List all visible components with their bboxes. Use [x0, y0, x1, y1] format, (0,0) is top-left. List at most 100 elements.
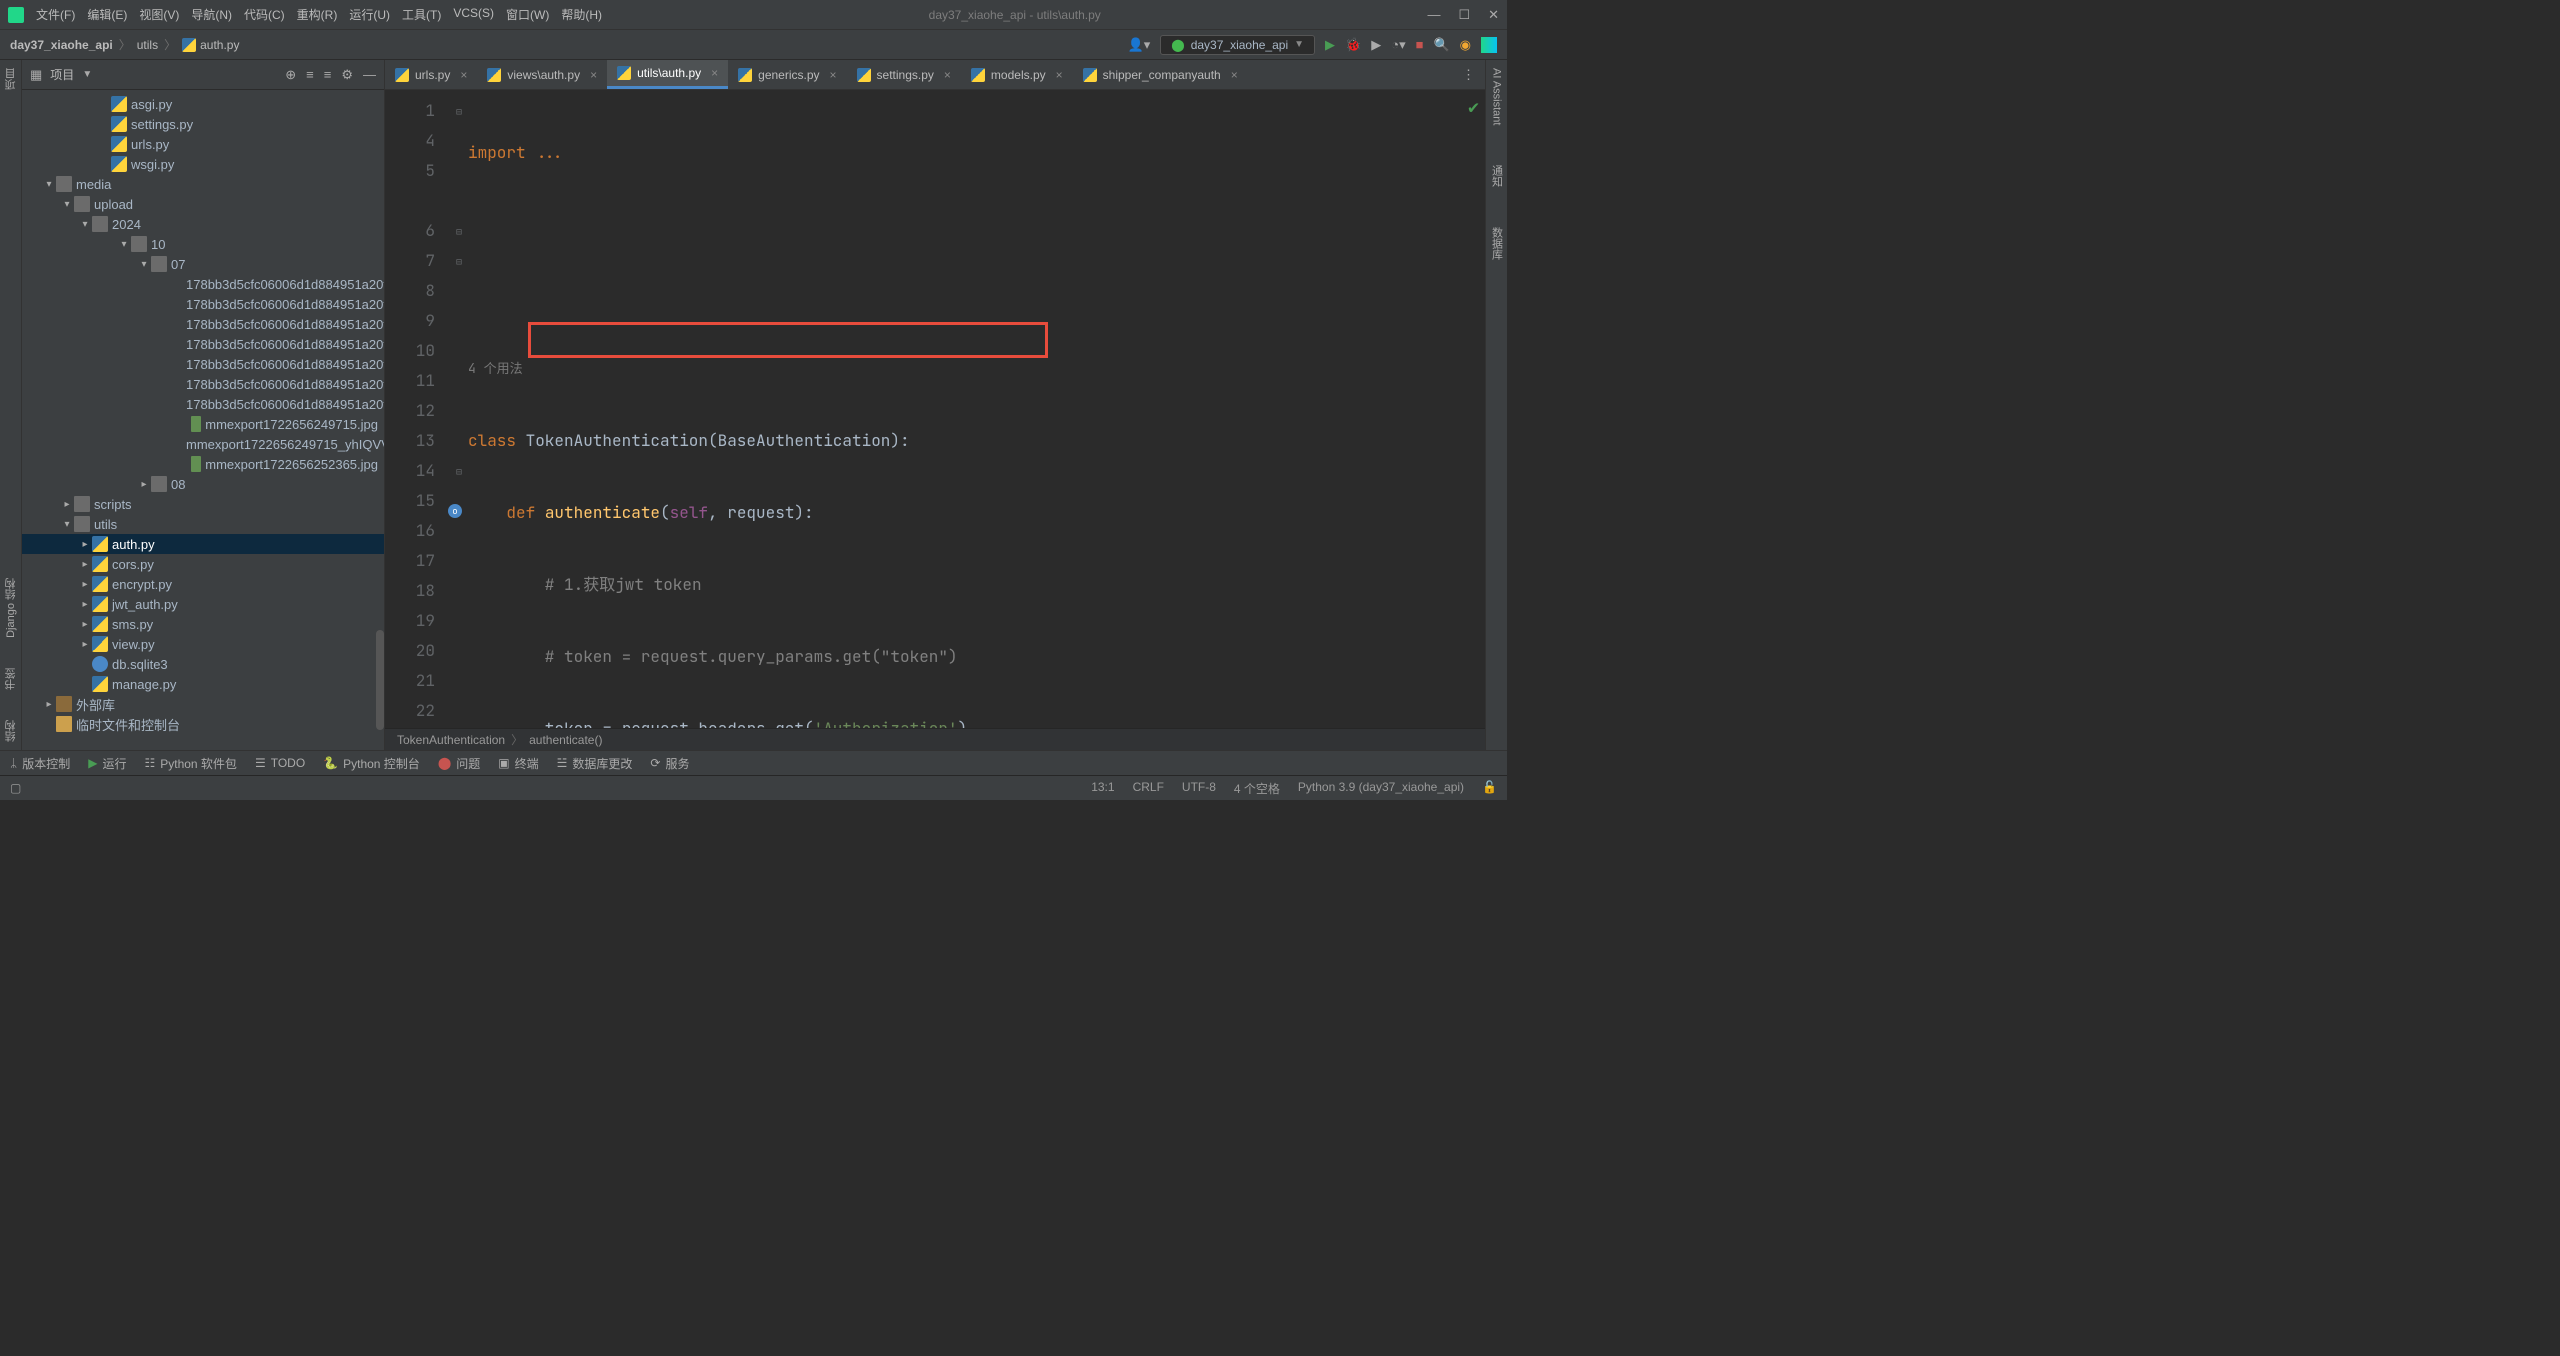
- minimize-icon[interactable]: —: [1427, 7, 1440, 23]
- tree-item[interactable]: urls.py: [22, 134, 384, 154]
- settings-icon[interactable]: ⚙: [341, 67, 353, 83]
- collapse-all-icon[interactable]: ≡: [324, 67, 332, 83]
- tree-item[interactable]: ▸08: [22, 474, 384, 494]
- tree-item[interactable]: ▸view.py: [22, 634, 384, 654]
- interpreter[interactable]: Python 3.9 (day37_xiaohe_api): [1298, 780, 1464, 797]
- search-icon[interactable]: 🔍: [1433, 37, 1449, 53]
- tool-db-changes[interactable]: ☱数据库更改: [557, 755, 633, 772]
- tool-vcs[interactable]: ᛦ版本控制: [10, 755, 70, 772]
- breadcrumb-class[interactable]: TokenAuthentication: [397, 733, 505, 747]
- usage-hint[interactable]: 4 个用法: [468, 354, 1485, 384]
- ai-assistant-icon[interactable]: ◉: [1460, 37, 1471, 53]
- strip-structure[interactable]: 结构: [3, 720, 19, 742]
- override-icon[interactable]: o: [448, 504, 462, 518]
- tree-item[interactable]: ▸外部库: [22, 694, 384, 714]
- tree-item[interactable]: 178bb3d5cfc06006d1d884951a20f: [22, 274, 384, 294]
- tool-problems[interactable]: ⬤问题: [438, 755, 480, 772]
- tree-item[interactable]: 178bb3d5cfc06006d1d884951a20f: [22, 314, 384, 334]
- menu-navigate[interactable]: 导航(N): [191, 6, 232, 23]
- code-content[interactable]: import ... 4 个用法 class TokenAuthenticati…: [468, 90, 1485, 728]
- tool-run[interactable]: ▶运行: [88, 755, 126, 772]
- project-view-icon[interactable]: ▦: [30, 67, 42, 83]
- tree-item[interactable]: 178bb3d5cfc06006d1d884951a20f: [22, 334, 384, 354]
- tree-item[interactable]: 临时文件和控制台: [22, 714, 384, 734]
- codewithme-icon[interactable]: [1481, 37, 1497, 53]
- tree-item[interactable]: ▸cors.py: [22, 554, 384, 574]
- menu-refactor[interactable]: 重构(R): [297, 6, 338, 23]
- tree-item[interactable]: 178bb3d5cfc06006d1d884951a20f: [22, 294, 384, 314]
- more-tabs-icon[interactable]: ⋮: [1452, 67, 1485, 83]
- editor-tab[interactable]: shipper_companyauth×: [1073, 60, 1248, 89]
- tree-item[interactable]: mmexport1722656249715_yhIQVV: [22, 434, 384, 454]
- tool-python-packages[interactable]: ☷Python 软件包: [144, 755, 236, 772]
- strip-ai[interactable]: AI Assistant: [1491, 68, 1503, 125]
- tree-item[interactable]: ▾2024: [22, 214, 384, 234]
- menu-tools[interactable]: 工具(T): [402, 6, 441, 23]
- editor-tab[interactable]: models.py×: [961, 60, 1073, 89]
- locate-icon[interactable]: ⊕: [285, 67, 296, 83]
- menu-window[interactable]: 窗口(W): [506, 6, 549, 23]
- tool-todo[interactable]: ☰TODO: [255, 756, 305, 770]
- editor-tab[interactable]: views\auth.py×: [477, 60, 607, 89]
- editor-tab[interactable]: urls.py×: [385, 60, 477, 89]
- breadcrumb-file[interactable]: auth.py: [182, 38, 239, 52]
- tree-item[interactable]: ▾07: [22, 254, 384, 274]
- line-separator[interactable]: CRLF: [1133, 780, 1164, 797]
- chevron-down-icon[interactable]: ▼: [82, 69, 92, 80]
- tree-item[interactable]: ▾upload: [22, 194, 384, 214]
- close-tab-icon[interactable]: ×: [1056, 68, 1063, 82]
- strip-bookmarks[interactable]: 书签: [3, 668, 19, 690]
- project-tree[interactable]: asgi.pysettings.pyurls.pywsgi.py▾media▾u…: [22, 90, 384, 750]
- tree-item[interactable]: 178bb3d5cfc06006d1d884951a20f: [22, 374, 384, 394]
- toggle-toolwindow-icon[interactable]: ▢: [10, 781, 21, 795]
- strip-project[interactable]: 项目: [3, 68, 19, 90]
- tree-item[interactable]: 178bb3d5cfc06006d1d884951a20f: [22, 354, 384, 374]
- tree-item[interactable]: wsgi.py: [22, 154, 384, 174]
- tree-item[interactable]: db.sqlite3: [22, 654, 384, 674]
- tree-item[interactable]: ▸auth.py: [22, 534, 384, 554]
- close-tab-icon[interactable]: ×: [944, 68, 951, 82]
- tool-python-console[interactable]: 🐍Python 控制台: [323, 755, 420, 772]
- editor-tab[interactable]: settings.py×: [847, 60, 961, 89]
- breadcrumb-folder[interactable]: utils: [137, 38, 158, 52]
- strip-django[interactable]: Django 结构: [3, 578, 19, 638]
- menu-file[interactable]: 文件(F): [36, 6, 75, 23]
- tree-item[interactable]: settings.py: [22, 114, 384, 134]
- tree-item[interactable]: mmexport1722656252365.jpg: [22, 454, 384, 474]
- menu-vcs[interactable]: VCS(S): [453, 6, 494, 23]
- user-icon[interactable]: 👤▾: [1128, 37, 1151, 53]
- close-icon[interactable]: ✕: [1488, 7, 1499, 23]
- code-editor[interactable]: ✔ 14567891011121314151617181920212223 ⊟⊟…: [385, 90, 1485, 728]
- sidebar-title[interactable]: 项目: [50, 66, 74, 83]
- strip-database[interactable]: 数据库: [1489, 227, 1505, 260]
- cursor-position[interactable]: 13:1: [1091, 780, 1114, 797]
- editor-tab[interactable]: generics.py×: [728, 60, 846, 89]
- tree-item[interactable]: manage.py: [22, 674, 384, 694]
- indent[interactable]: 4 个空格: [1234, 780, 1280, 797]
- menu-code[interactable]: 代码(C): [244, 6, 285, 23]
- menu-edit[interactable]: 编辑(E): [87, 6, 127, 23]
- breadcrumb-method[interactable]: authenticate(): [529, 733, 602, 747]
- scrollbar-thumb[interactable]: [376, 630, 384, 730]
- close-tab-icon[interactable]: ×: [460, 68, 467, 82]
- tool-terminal[interactable]: ▣终端: [498, 755, 538, 772]
- editor-tab[interactable]: utils\auth.py×: [607, 60, 728, 89]
- lock-icon[interactable]: 🔓: [1482, 780, 1497, 797]
- tool-services[interactable]: ⟳服务: [650, 755, 689, 772]
- menu-help[interactable]: 帮助(H): [561, 6, 602, 23]
- tree-item[interactable]: ▾10: [22, 234, 384, 254]
- close-tab-icon[interactable]: ×: [590, 68, 597, 82]
- profile-button[interactable]: ◔▾: [1391, 37, 1405, 53]
- tree-item[interactable]: ▾utils: [22, 514, 384, 534]
- close-tab-icon[interactable]: ×: [711, 66, 718, 80]
- stop-button[interactable]: ■: [1416, 37, 1424, 52]
- tree-item[interactable]: asgi.py: [22, 94, 384, 114]
- run-button[interactable]: ▶: [1325, 37, 1335, 53]
- tree-item[interactable]: ▸jwt_auth.py: [22, 594, 384, 614]
- expand-all-icon[interactable]: ≡: [306, 67, 314, 83]
- strip-notifications[interactable]: 通知: [1489, 165, 1505, 187]
- maximize-icon[interactable]: ☐: [1458, 7, 1470, 23]
- tree-item[interactable]: 178bb3d5cfc06006d1d884951a20f: [22, 394, 384, 414]
- tree-item[interactable]: ▸scripts: [22, 494, 384, 514]
- encoding[interactable]: UTF-8: [1182, 780, 1216, 797]
